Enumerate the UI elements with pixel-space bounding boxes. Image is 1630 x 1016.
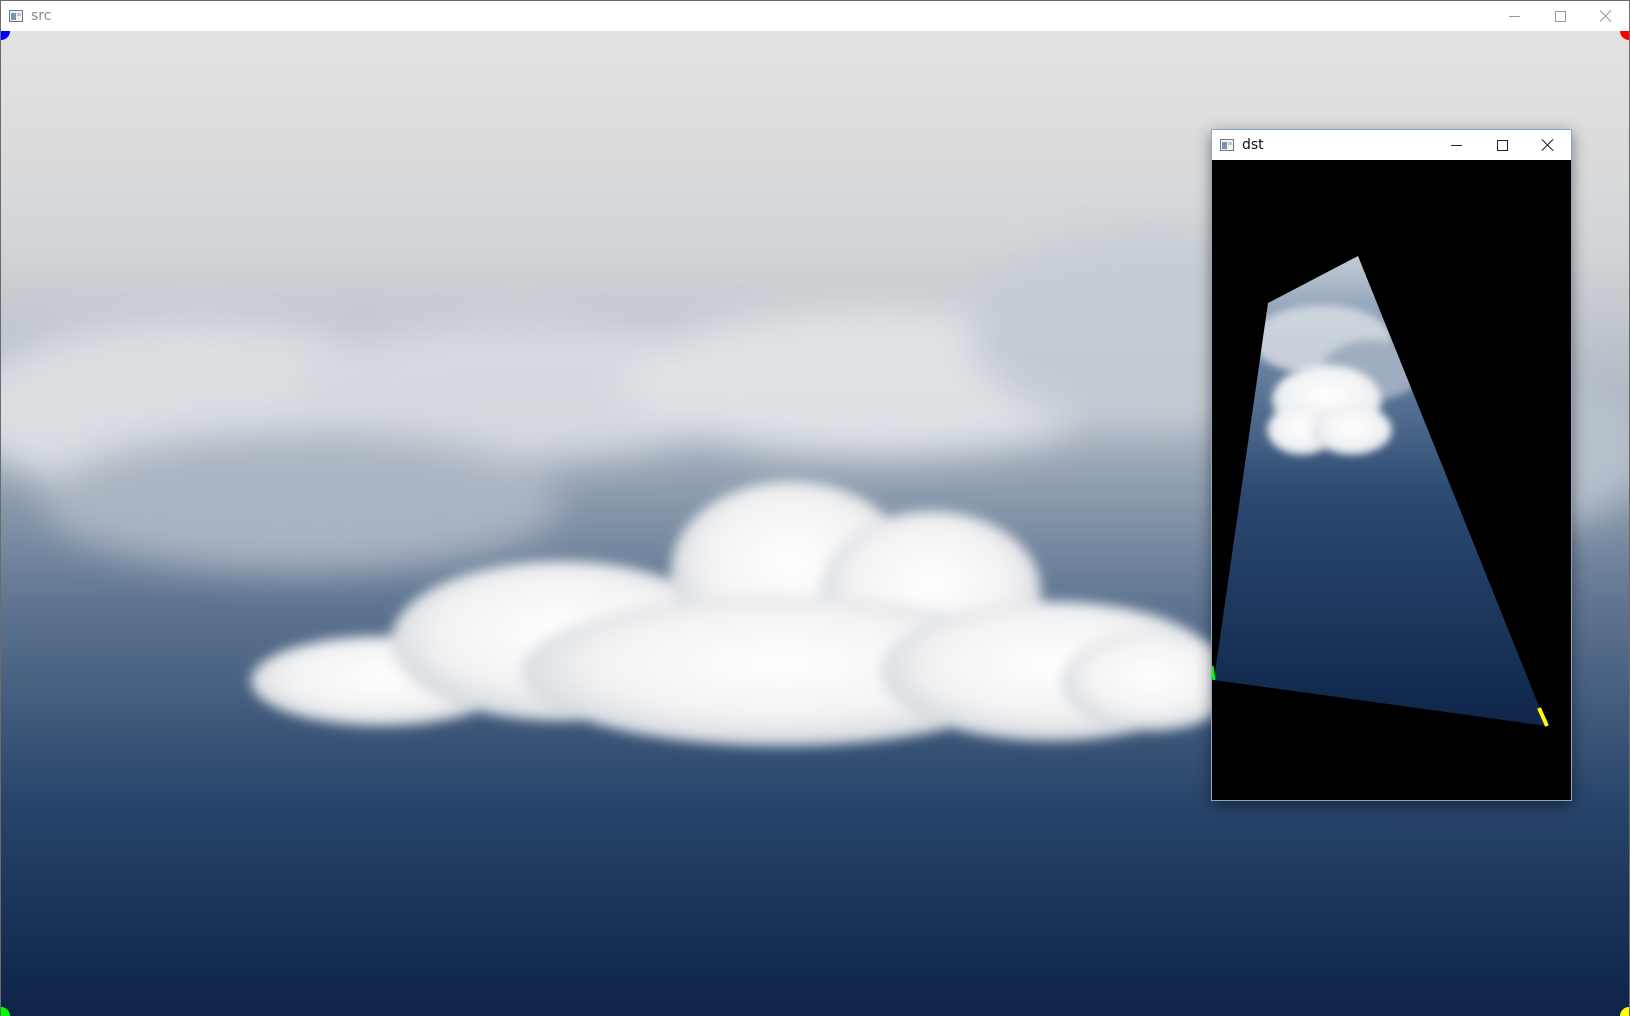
maximize-button[interactable]: [1537, 1, 1583, 31]
dst-window-title: dst: [1242, 137, 1264, 153]
close-button[interactable]: [1583, 1, 1629, 31]
maximize-button[interactable]: [1479, 130, 1525, 160]
maximize-icon: [1554, 10, 1566, 22]
dst-titlebar[interactable]: dst: [1212, 130, 1571, 160]
dst-window-controls: [1433, 130, 1571, 160]
src-window-title: src: [31, 8, 52, 24]
maximize-icon: [1496, 139, 1508, 151]
close-icon: [1600, 10, 1612, 22]
close-icon: [1542, 139, 1554, 151]
dst-image-canvas[interactable]: [1212, 160, 1571, 800]
minimize-icon: [1450, 144, 1462, 146]
minimize-button[interactable]: [1491, 1, 1537, 31]
close-button[interactable]: [1525, 130, 1571, 160]
src-titlebar[interactable]: src: [1, 1, 1629, 31]
minimize-button[interactable]: [1433, 130, 1479, 160]
warped-corner-marker-green: [1212, 665, 1216, 681]
dst-window: dst: [1211, 129, 1572, 801]
dst-warped-image: [1212, 160, 1571, 800]
src-window-controls: [1491, 1, 1629, 31]
minimize-icon: [1508, 15, 1520, 17]
window-app-icon: [1220, 139, 1234, 151]
window-app-icon: [9, 10, 23, 22]
